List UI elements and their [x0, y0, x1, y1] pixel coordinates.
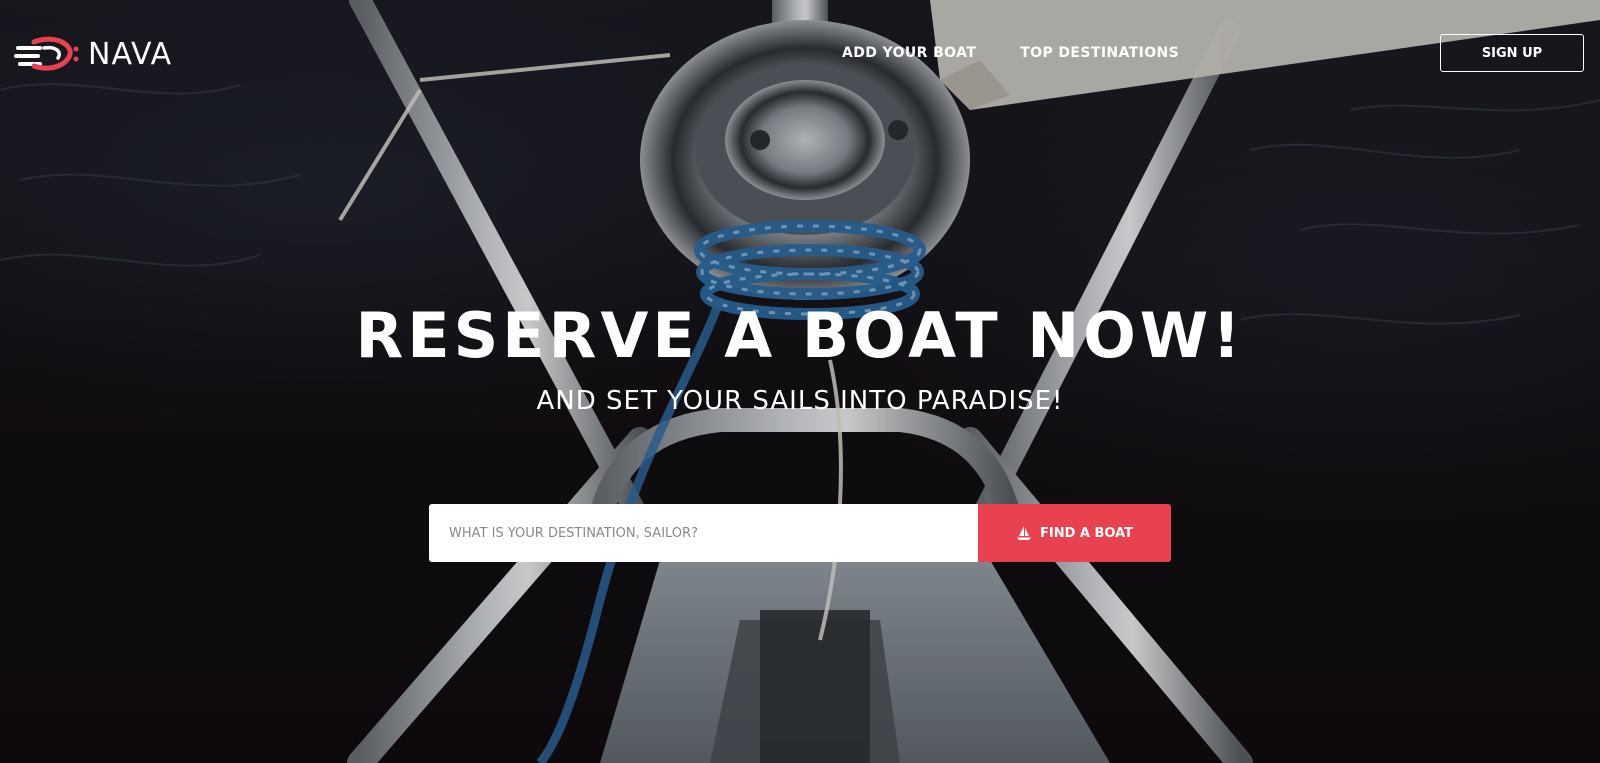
find-a-boat-label: FIND A BOAT — [1039, 525, 1134, 541]
brand-logo-link[interactable]: NAVA — [14, 36, 172, 72]
main-nav: ADD YOUR BOAT TOP DESTINATIONS — [842, 45, 1179, 61]
destination-search-input[interactable] — [429, 504, 978, 562]
destination-search-form: FIND A BOAT — [429, 504, 1171, 562]
hero-subheadline: AND SET YOUR SAILS INTO PARADISE! — [536, 386, 1064, 416]
hero-headline: RESERVE A BOAT NOW! — [355, 299, 1245, 372]
sign-up-button[interactable]: SIGN UP — [1440, 34, 1584, 72]
nav-item-top-destinations[interactable]: TOP DESTINATIONS — [1020, 45, 1179, 61]
nava-logo-icon — [14, 36, 79, 71]
hero-dark-overlay — [0, 0, 1600, 763]
sailboat-icon — [1016, 526, 1031, 540]
find-a-boat-button[interactable]: FIND A BOAT — [978, 504, 1171, 562]
brand-name: NAVA — [88, 36, 173, 72]
nav-item-add-your-boat[interactable]: ADD YOUR BOAT — [842, 45, 976, 61]
hero-section: NAVA ADD YOUR BOAT TOP DESTINATIONS SIGN… — [0, 0, 1600, 763]
